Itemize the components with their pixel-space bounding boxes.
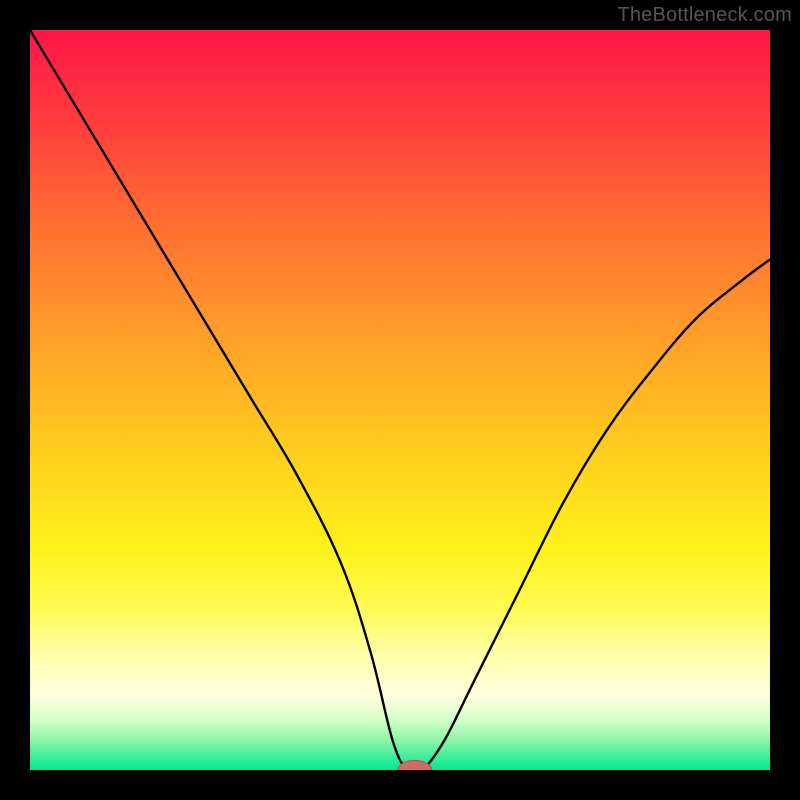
chart-svg — [30, 30, 770, 770]
watermark-text: TheBottleneck.com — [617, 4, 792, 27]
gradient-background — [30, 30, 770, 770]
bottleneck-chart — [30, 30, 770, 770]
chart-frame: TheBottleneck.com — [0, 0, 800, 800]
